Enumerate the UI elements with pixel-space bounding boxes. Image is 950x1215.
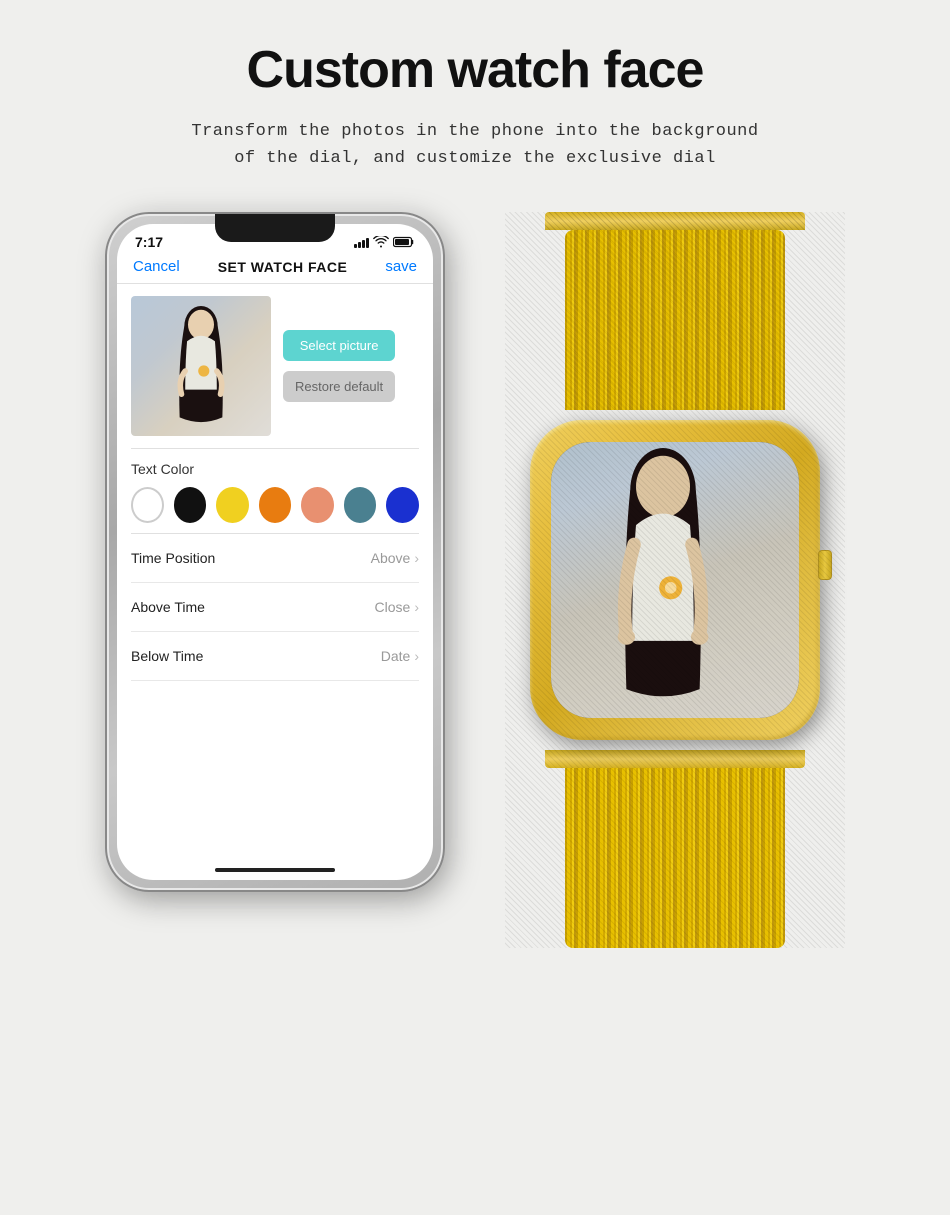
color-yellow[interactable] [216,487,249,523]
phone-notch [215,214,335,242]
color-white[interactable] [131,487,164,523]
main-title: Custom watch face [247,40,704,100]
wifi-icon [373,236,389,248]
band-connector-bottom [545,750,805,768]
time-position-label: Time Position [131,550,215,566]
watch-mockup [505,212,845,948]
below-time-value: Date › [381,648,419,664]
chevron-right-icon: › [414,550,419,566]
text-color-section: Text Color [117,449,433,533]
chevron-right-icon-3: › [414,648,419,664]
phone-screen: 7:17 [117,224,433,880]
color-blue[interactable] [386,487,419,523]
photo-section: Select picture Restore default [117,284,433,448]
setting-above-time[interactable]: Above Time Close › [131,583,419,632]
home-indicator [215,868,335,872]
person-silhouette-thumb [166,306,236,436]
status-time: 7:17 [135,234,163,250]
above-time-value: Close › [375,599,419,615]
time-position-value: Above › [371,550,419,566]
cancel-button[interactable]: Cancel [133,258,180,275]
photo-buttons: Select picture Restore default [283,296,395,436]
save-button[interactable]: save [385,258,417,275]
app-nav-bar: Cancel SET WATCH FACE save [117,254,433,284]
restore-default-button[interactable]: Restore default [283,371,395,402]
watch-band-bottom [565,768,785,948]
screen-title: SET WATCH FACE [218,259,348,275]
settings-section: Time Position Above › Above Time Close › [117,534,433,868]
below-time-label: Below Time [131,648,203,664]
content-row: 7:17 [60,212,890,948]
color-palette [131,487,419,523]
color-orange[interactable] [259,487,292,523]
color-black[interactable] [174,487,207,523]
phone-mockup: 7:17 [105,212,445,892]
status-icons [354,236,415,248]
color-teal[interactable] [344,487,377,523]
chevron-right-icon-2: › [414,599,419,615]
phone-body: 7:17 [105,212,445,892]
signal-icon [354,236,369,248]
subtitle: Transform the photos in the phone into t… [191,118,758,172]
photo-thumbnail [131,296,271,436]
setting-time-position[interactable]: Time Position Above › [131,534,419,583]
text-color-label: Text Color [131,461,419,477]
battery-icon [393,236,415,248]
setting-below-time[interactable]: Below Time Date › [131,632,419,681]
color-salmon[interactable] [301,487,334,523]
select-picture-button[interactable]: Select picture [283,330,395,361]
above-time-label: Above Time [131,599,205,615]
page-container: Custom watch face Transform the photos i… [0,0,950,1215]
